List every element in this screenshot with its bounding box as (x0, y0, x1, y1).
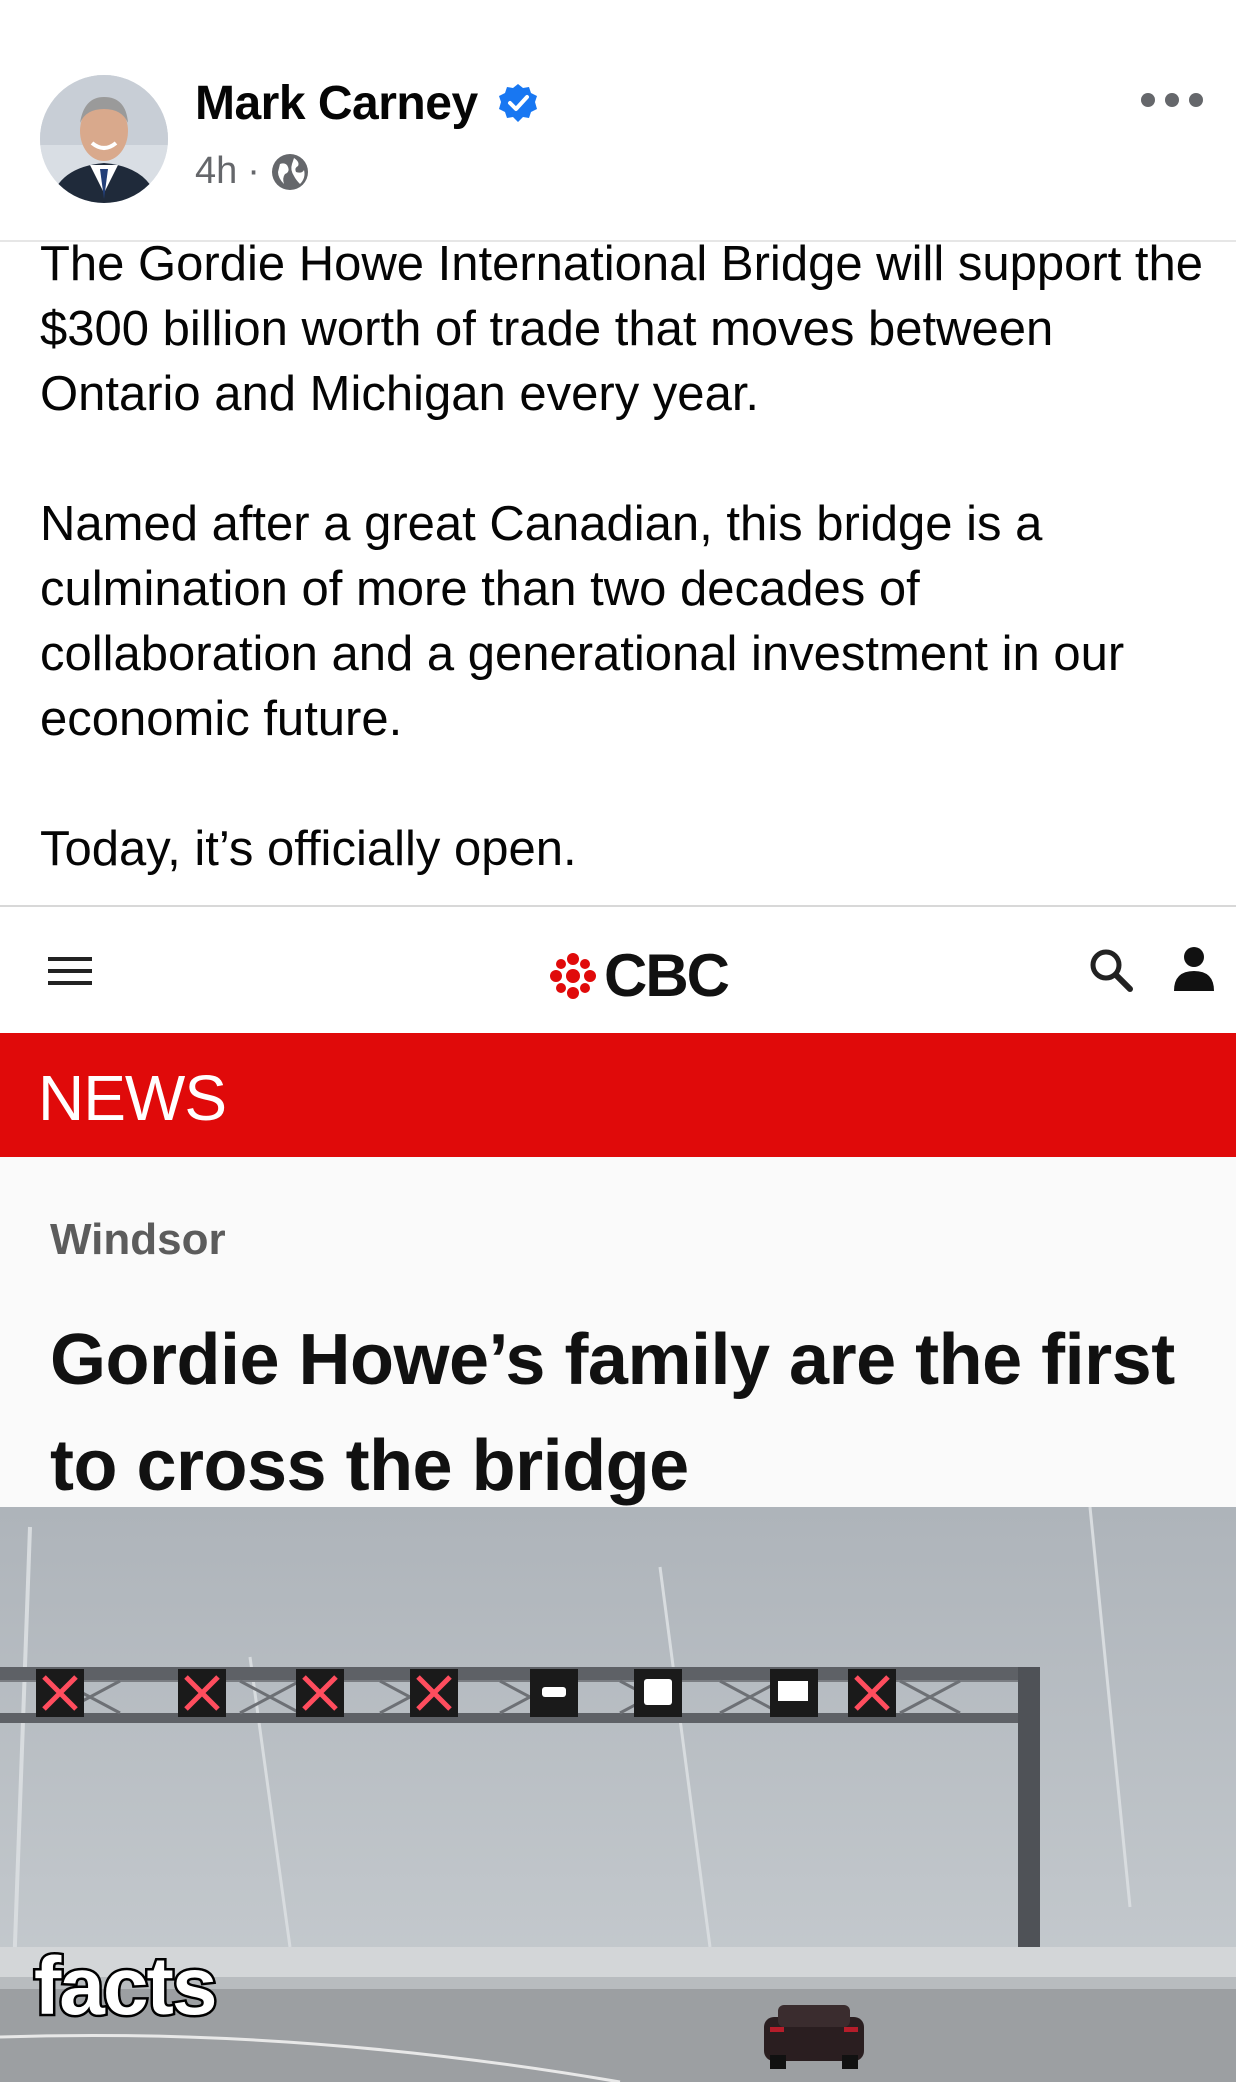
post-text: The Gordie Howe International Bridge wil… (40, 232, 1210, 882)
post-meta: 4h · (195, 150, 310, 193)
article-heading-block: Windsor Gordie Howe’s family are the fir… (0, 1157, 1236, 1507)
post-time[interactable]: 4h (195, 150, 237, 193)
verified-badge-icon (499, 84, 537, 122)
hamburger-menu-icon[interactable] (48, 955, 92, 987)
search-icon[interactable] (1088, 947, 1134, 993)
cbc-logo[interactable]: CBC (548, 941, 730, 1010)
news-banner: NEWS (0, 1033, 1236, 1157)
author-avatar[interactable] (40, 75, 168, 203)
cbc-top-bar: CBC (0, 907, 1236, 1030)
post-paragraph: Named after a great Canadian, this bridg… (40, 497, 1125, 746)
user-icon[interactable] (1172, 945, 1216, 991)
cbc-gem-icon (550, 952, 596, 999)
post-paragraph: The Gordie Howe International Bridge wil… (40, 237, 1204, 421)
cbc-wordmark: CBC (604, 942, 730, 1009)
video-caption-overlay: facts (31, 1939, 219, 2035)
post-paragraph: Today, it’s officially open. (40, 822, 577, 876)
news-label: NEWS (38, 1062, 227, 1134)
article-headline: Gordie Howe’s family are the first to cr… (50, 1320, 1175, 1506)
globe-icon[interactable] (270, 152, 310, 192)
author-name[interactable]: Mark Carney (195, 76, 478, 131)
article-section: Windsor (50, 1215, 226, 1264)
meta-separator: · (247, 150, 260, 192)
more-options-icon[interactable] (1140, 88, 1204, 112)
post-header: Mark Carney 4h · (0, 0, 1236, 240)
shared-article-image[interactable]: CBC NEWS Windsor Gordie Howe’s family ar… (0, 905, 1236, 2082)
